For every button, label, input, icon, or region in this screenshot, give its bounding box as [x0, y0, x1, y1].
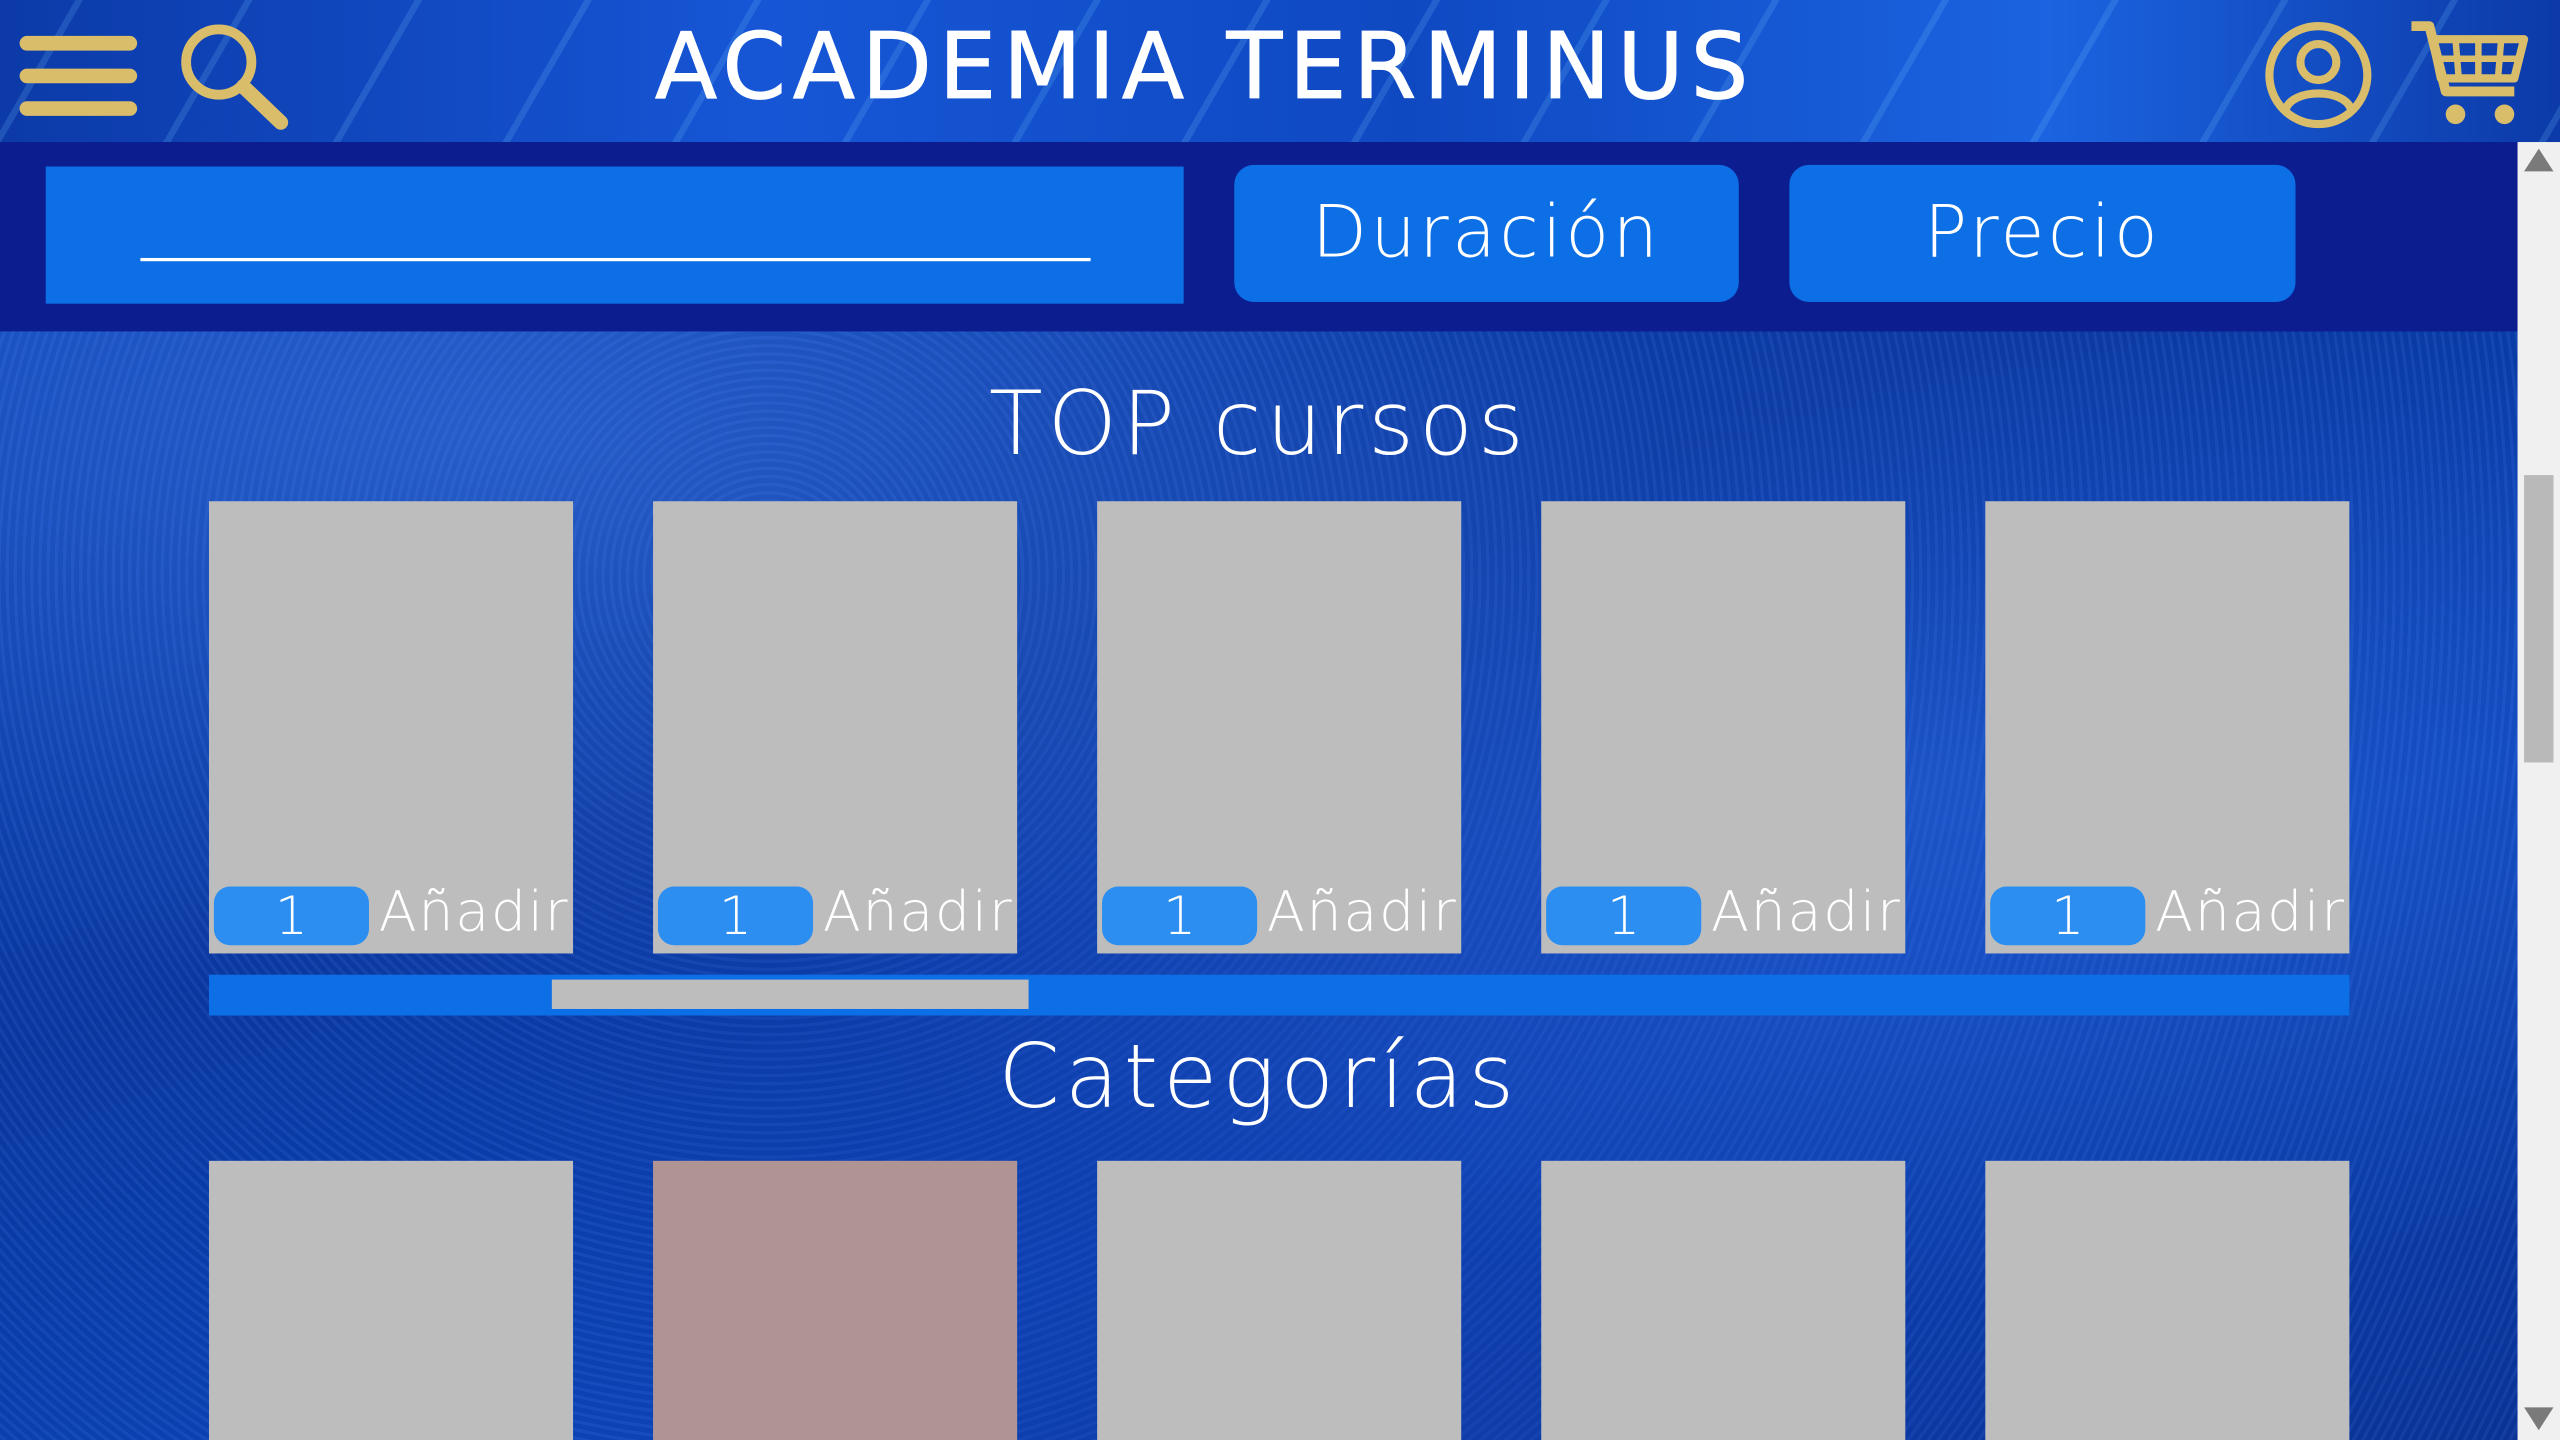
horizontal-scrollbar-thumb[interactable] — [551, 979, 1029, 1009]
page: ACADEMIA TERMINUS Duración Precio TOP cu… — [0, 0, 2560, 1440]
top-courses-title: TOP cursos — [988, 372, 1529, 476]
vertical-scrollbar[interactable] — [2517, 142, 2560, 1440]
quantity-field[interactable]: 1 — [213, 886, 369, 946]
quantity-field[interactable]: 1 — [1990, 886, 2146, 946]
course-card[interactable]: 1 Añadir — [1097, 501, 1462, 954]
courses-horizontal-scrollbar[interactable] — [208, 974, 2350, 1016]
quantity-field[interactable]: 1 — [657, 886, 814, 946]
category-card[interactable] — [1541, 1160, 1906, 1440]
price-filter-button[interactable]: Precio — [1789, 164, 2296, 303]
shopping-cart-icon[interactable] — [2407, 16, 2531, 130]
category-card[interactable] — [1985, 1160, 2350, 1440]
course-card[interactable]: 1 Añadir — [653, 501, 1018, 954]
scroll-up-arrow-icon[interactable] — [2524, 148, 2554, 172]
search-input-underline — [140, 257, 1091, 262]
site-title[interactable]: ACADEMIA TERMINUS — [0, 10, 2410, 128]
add-to-cart-button[interactable]: Añadir — [823, 877, 1013, 949]
add-to-cart-button[interactable]: Añadir — [2155, 877, 2345, 949]
add-to-cart-button[interactable]: Añadir — [379, 877, 569, 949]
course-card[interactable]: 1 Añadir — [1985, 501, 2350, 954]
duration-filter-button[interactable]: Duración — [1234, 164, 1739, 303]
user-account-icon[interactable] — [2263, 20, 2374, 131]
filter-bar: Duración Precio — [0, 142, 2518, 332]
scroll-down-arrow-icon[interactable] — [2524, 1407, 2554, 1431]
vertical-scrollbar-thumb[interactable] — [2524, 475, 2554, 763]
search-input[interactable] — [140, 189, 1098, 258]
category-card[interactable] — [1097, 1160, 1462, 1440]
course-card[interactable]: 1 Añadir — [1541, 501, 1906, 954]
top-header: ACADEMIA TERMINUS — [0, 0, 2560, 143]
category-card[interactable] — [653, 1160, 1018, 1440]
add-to-cart-button[interactable]: Añadir — [1267, 877, 1457, 949]
category-card[interactable] — [208, 1160, 574, 1440]
quantity-field[interactable]: 1 — [1546, 886, 1702, 946]
categories-title: Categorías — [998, 1025, 1520, 1129]
add-to-cart-button[interactable]: Añadir — [1711, 877, 1901, 949]
course-card[interactable]: 1 Añadir — [208, 501, 574, 954]
search-field-container[interactable] — [45, 166, 1184, 304]
quantity-field[interactable]: 1 — [1102, 886, 1258, 946]
